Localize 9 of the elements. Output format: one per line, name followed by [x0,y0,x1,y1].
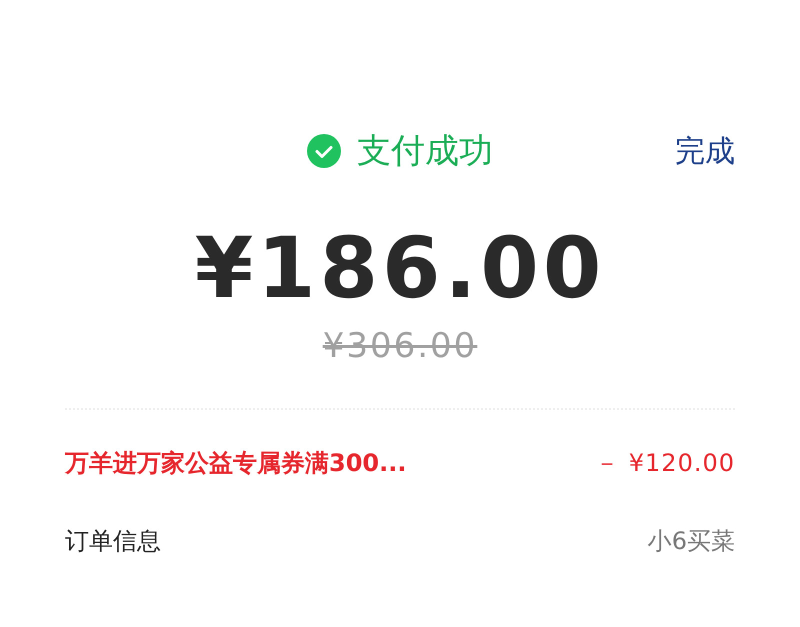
info-label: 订单信息 [65,526,161,557]
discount-label: 万羊进万家公益专属券满300... [65,448,406,479]
info-value: 小6买菜 [648,526,735,557]
check-circle-icon [307,134,341,168]
original-price: ¥306.00 [322,326,478,366]
done-button[interactable]: 完成 [675,130,735,172]
status-text: 支付成功 [357,130,493,173]
paid-amount: ¥186.00 [194,219,606,317]
discount-amount: － ¥120.00 [595,448,735,479]
